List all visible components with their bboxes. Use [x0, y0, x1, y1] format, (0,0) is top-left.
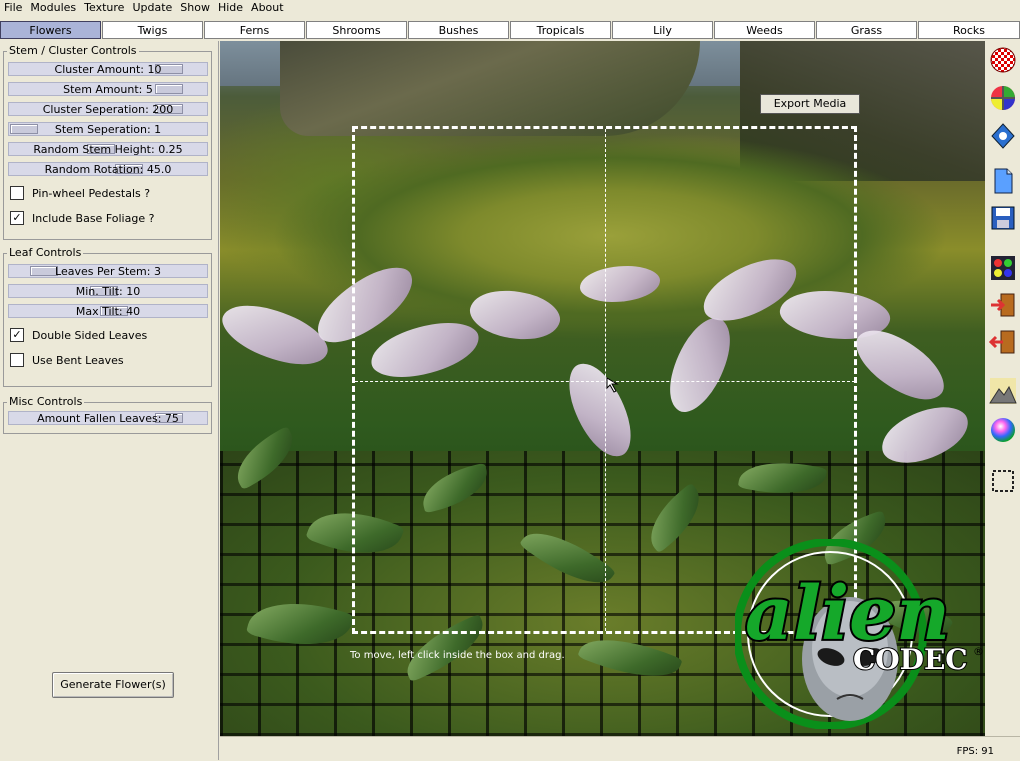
tab-flowers[interactable]: Flowers — [0, 21, 101, 39]
slider[interactable]: Random Stem Height: 0.25 — [8, 142, 208, 156]
move-hint-text: To move, left click inside the box and d… — [350, 650, 565, 661]
alien-codec-logo: alien CODEC ® — [735, 539, 984, 729]
slider[interactable]: Cluster Seperation: 200 — [8, 102, 208, 116]
menu-show[interactable]: Show — [176, 0, 214, 15]
slider[interactable]: Stem Seperation: 1 — [8, 122, 208, 136]
paint-palette-icon[interactable] — [989, 254, 1017, 282]
slider-label: Cluster Amount: 10 — [54, 63, 162, 76]
module-tab-bar: Flowers Twigs Ferns Shrooms Bushes Tropicals L… — [0, 21, 1020, 41]
registered-mark: ® — [973, 645, 984, 658]
stem-cluster-group: Stem / Cluster Controls Cluster Amount: … — [3, 44, 212, 240]
tab-grass[interactable]: Grass — [816, 21, 917, 39]
tab-shrooms[interactable]: Shrooms — [306, 21, 407, 39]
tab-ferns[interactable]: Ferns — [204, 21, 305, 39]
import-door-icon[interactable] — [989, 291, 1017, 319]
leaf-controls-group: Leaf Controls Leaves Per Stem: 3 Min. Til… — [3, 246, 212, 387]
checkbox-label: Double Sided Leaves — [32, 329, 148, 342]
slider-label: Cluster Seperation: 200 — [42, 103, 174, 116]
menu-texture[interactable]: Texture — [80, 0, 128, 15]
slider-label: Stem Seperation: 1 — [54, 123, 162, 136]
misc-controls-group: Misc Controls Amount Fallen Leaves: 75 — [3, 395, 212, 434]
tab-rocks[interactable]: Rocks — [918, 21, 1020, 39]
checkbox[interactable] — [10, 186, 24, 200]
slider[interactable]: Amount Fallen Leaves: 75 — [8, 411, 208, 425]
fps-counter: FPS: 91 — [956, 746, 994, 757]
group-title: Stem / Cluster Controls — [7, 44, 139, 58]
menu-bar: File Modules Texture Update Show Hide About — [0, 0, 1020, 16]
menu-hide[interactable]: Hide — [214, 0, 247, 15]
save-disk-icon[interactable] — [989, 204, 1017, 232]
slider[interactable]: Stem Amount: 5 — [8, 82, 208, 96]
slider[interactable]: Min. Tilt: 10 — [8, 284, 208, 298]
status-bar: FPS: 91 — [220, 736, 1020, 761]
menu-about[interactable]: About — [247, 0, 288, 15]
slider[interactable]: Cluster Amount: 10 — [8, 62, 208, 76]
color-sphere-icon[interactable] — [989, 416, 1017, 444]
checkbox[interactable]: ✓ — [10, 211, 24, 225]
3d-viewport[interactable]: Export Media To move, left click inside … — [220, 41, 985, 736]
checkbox-row[interactable]: Pin-wheel Pedestals ? — [10, 186, 150, 202]
cliff — [280, 41, 700, 136]
slider[interactable]: Max Tilt: 40 — [8, 304, 208, 318]
checkbox-label: Pin-wheel Pedestals ? — [32, 187, 151, 200]
tab-weeds[interactable]: Weeds — [714, 21, 815, 39]
checkbox-label: Include Base Foliage ? — [32, 212, 155, 225]
checkbox-row[interactable]: ✓ Include Base Foliage ? — [10, 211, 154, 227]
terrain-icon[interactable] — [989, 377, 1017, 405]
tab-twigs[interactable]: Twigs — [102, 21, 203, 39]
slider-label: Min. Tilt: 10 — [75, 285, 141, 298]
logo-word-codec: CODEC — [853, 643, 968, 676]
export-media-button[interactable]: Export Media — [760, 94, 860, 114]
export-door-icon[interactable] — [989, 328, 1017, 356]
blue-diamond-icon[interactable] — [989, 122, 1017, 150]
slider-label: Random Stem Height: 0.25 — [33, 143, 183, 156]
generate-flowers-button[interactable]: Generate Flower(s) — [52, 672, 174, 698]
slider[interactable]: Random Rotation: 45.0 — [8, 162, 208, 176]
checkbox-row[interactable]: Use Bent Leaves — [10, 353, 124, 369]
selection-box-icon[interactable] — [989, 467, 1017, 495]
slider-label: Leaves Per Stem: 3 — [55, 265, 161, 278]
slider-label: Random Rotation: 45.0 — [44, 163, 172, 176]
checkbox-row[interactable]: ✓ Double Sided Leaves — [10, 328, 147, 344]
color-wheel-grid-icon[interactable] — [989, 84, 1017, 112]
new-document-icon[interactable] — [989, 167, 1017, 195]
tab-tropicals[interactable]: Tropicals — [510, 21, 611, 39]
slider-label: Amount Fallen Leaves: 75 — [37, 412, 179, 425]
move-cursor-icon — [606, 377, 619, 393]
slider-label: Stem Amount: 5 — [63, 83, 153, 96]
checker-sphere-icon[interactable] — [989, 46, 1017, 74]
menu-modules[interactable]: Modules — [26, 0, 80, 15]
checkbox-label: Use Bent Leaves — [32, 354, 124, 367]
tab-lily[interactable]: Lily — [612, 21, 713, 39]
group-title: Leaf Controls — [7, 246, 84, 260]
group-title: Misc Controls — [7, 395, 85, 409]
checkbox[interactable]: ✓ — [10, 328, 24, 342]
tool-palette — [985, 41, 1020, 736]
control-panel: Stem / Cluster Controls Cluster Amount: … — [0, 41, 219, 760]
menu-file[interactable]: File — [0, 0, 26, 15]
checkbox[interactable] — [10, 353, 24, 367]
slider-label: Max Tilt: 40 — [75, 305, 141, 318]
menu-update[interactable]: Update — [128, 0, 176, 15]
slider[interactable]: Leaves Per Stem: 3 — [8, 264, 208, 278]
tab-bushes[interactable]: Bushes — [408, 21, 509, 39]
